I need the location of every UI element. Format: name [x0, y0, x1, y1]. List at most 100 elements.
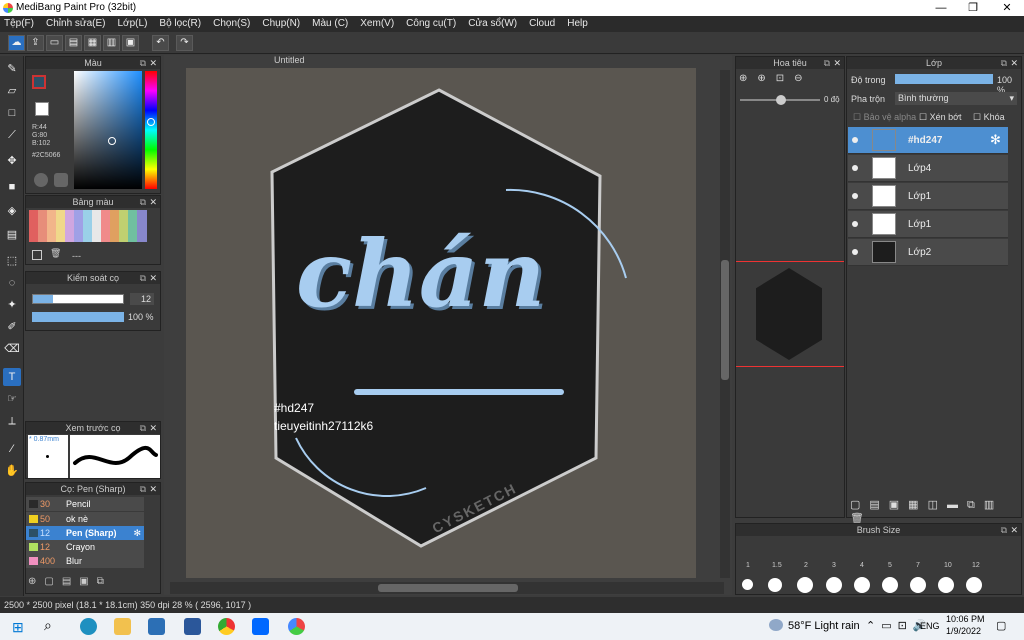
redo-icon[interactable]: ↷ — [176, 35, 193, 51]
eye-icon[interactable] — [852, 249, 858, 255]
menu-filter[interactable]: Bộ lọc(R) — [159, 16, 201, 32]
brush-item[interactable]: 12 Crayon — [26, 540, 144, 554]
blend-mode-select[interactable]: Bình thường ▾ — [895, 92, 1017, 105]
move-tool-icon[interactable]: ✥ — [3, 152, 21, 170]
protect-alpha-checkbox[interactable]: ☐ Bảo vệ alpha — [853, 112, 916, 123]
popout-icon[interactable]: ⧉ — [140, 196, 146, 208]
store-icon[interactable] — [148, 618, 165, 635]
layer-opacity-slider[interactable] — [895, 74, 993, 84]
hscroll-thumb[interactable] — [378, 584, 518, 592]
menu-tools[interactable]: Công cụ(T) — [406, 16, 456, 32]
brush-item[interactable]: 50 ok nè — [26, 512, 144, 526]
hand-tool-icon[interactable]: ✋ — [3, 462, 21, 480]
search-icon[interactable]: ⌕ — [44, 617, 52, 634]
clock-date[interactable]: 1/9/2022 — [946, 626, 981, 636]
select-tool-icon[interactable]: ⬚ — [3, 252, 21, 270]
brush-item-selected[interactable]: 12 Pen (Sharp) ✻ — [26, 526, 144, 540]
foreground-color-swatch[interactable] — [32, 75, 46, 89]
eye-icon[interactable] — [852, 137, 858, 143]
brush-size-slider[interactable] — [32, 294, 124, 304]
select-pen-icon[interactable]: ✐ — [3, 318, 21, 336]
language-indicator[interactable]: ENG — [920, 621, 940, 631]
maximize-button[interactable]: ❐ — [958, 0, 988, 16]
close-button[interactable]: ✕ — [992, 0, 1022, 16]
magic-wand-icon[interactable]: ✦ — [3, 296, 21, 314]
brush-opacity-slider[interactable] — [32, 312, 124, 322]
word-icon[interactable] — [184, 618, 201, 635]
gradient-tool-icon[interactable]: ▤ — [3, 226, 21, 244]
hue-slider[interactable] — [145, 71, 157, 189]
background-color-swatch[interactable] — [35, 102, 49, 116]
select-eraser-icon[interactable]: ⌫ — [3, 340, 21, 358]
close-icon[interactable]: ✕ — [833, 57, 841, 69]
popout-icon[interactable]: ⧉ — [1001, 524, 1007, 536]
menu-window[interactable]: Cửa sổ(W) — [468, 16, 517, 32]
color-picker-handle[interactable] — [108, 137, 116, 145]
speech-icon[interactable]: ▤ — [65, 35, 82, 51]
eraser-tool-icon[interactable]: ▱ — [3, 82, 21, 100]
tile-icon[interactable]: ▣ — [122, 35, 139, 51]
menu-select[interactable]: Chọn(S) — [213, 16, 250, 32]
windows-start-icon[interactable]: ⊞ — [12, 619, 24, 636]
menu-file[interactable]: Tệp(F) — [4, 16, 34, 32]
brush-item[interactable]: 400 Blur — [26, 554, 144, 568]
eye-icon[interactable] — [852, 165, 858, 171]
lasso-tool-icon[interactable]: ◌ — [3, 274, 21, 292]
eyedropper-icon[interactable]: ⁄ — [3, 440, 21, 458]
palette-delete-icon[interactable]: 🗑 — [50, 248, 61, 259]
layer-row[interactable]: Lớp1 — [848, 183, 1008, 210]
brush-list-actions[interactable]: ⊕▢▤▣⧉ — [28, 576, 138, 590]
layer-row[interactable]: Lớp1 — [848, 211, 1008, 238]
palette-new-icon[interactable] — [32, 250, 42, 260]
layer-actions[interactable]: ▢▤▣▦◫▬⧉▥🗑 — [850, 498, 1018, 525]
menu-view[interactable]: Xem(V) — [360, 16, 394, 32]
clip-checkbox[interactable]: ☐ Xén bớt — [919, 112, 962, 123]
export-icon[interactable]: ⇪ — [27, 35, 44, 51]
color-eyedrop-icon[interactable] — [54, 173, 68, 187]
layer-row-selected[interactable]: #hd247 ✻ — [848, 127, 1008, 154]
navigator-viewport[interactable] — [736, 261, 844, 367]
popout-icon[interactable]: ⧉ — [824, 57, 830, 69]
comment-icon[interactable]: ▭ — [46, 35, 63, 51]
notification-icon[interactable]: ▢ — [996, 619, 1006, 632]
weather-text[interactable]: 58°F Light rain — [788, 620, 860, 632]
menu-edit[interactable]: Chỉnh sửa(E) — [46, 16, 106, 32]
color-wheel-icon[interactable] — [34, 173, 48, 187]
hue-handle[interactable] — [147, 118, 155, 126]
lock-checkbox[interactable]: ☐ Khóa — [973, 112, 1005, 123]
menu-cloud[interactable]: Cloud — [529, 16, 555, 32]
popout-icon[interactable]: ⧉ — [140, 422, 146, 434]
chrome-icon[interactable] — [218, 618, 235, 635]
brush-size-value[interactable]: 12 — [130, 293, 154, 305]
grid-icon[interactable]: ▥ — [103, 35, 120, 51]
close-icon[interactable]: ✕ — [149, 196, 157, 208]
gear-icon[interactable]: ✻ — [990, 132, 1001, 148]
vertical-scrollbar[interactable] — [720, 70, 730, 578]
medibang-taskbar-icon[interactable] — [288, 618, 305, 635]
bucket-tool-icon[interactable]: ◈ — [3, 202, 21, 220]
menu-snap[interactable]: Chụp(N) — [262, 16, 300, 32]
gear-icon[interactable]: ✻ — [133, 526, 141, 540]
operation-tool-icon[interactable]: ☞ — [3, 390, 21, 408]
vscroll-thumb[interactable] — [721, 260, 729, 380]
brush-item[interactable]: 30 Pencil — [26, 497, 144, 511]
file-explorer-icon[interactable] — [114, 618, 131, 635]
menu-color[interactable]: Màu (C) — [312, 16, 348, 32]
minimize-button[interactable]: — — [926, 0, 956, 16]
popout-icon[interactable]: ⧉ — [140, 272, 146, 284]
close-icon[interactable]: ✕ — [1010, 524, 1018, 536]
edge-icon[interactable] — [80, 618, 97, 635]
close-icon[interactable]: ✕ — [149, 272, 157, 284]
eye-icon[interactable] — [852, 193, 858, 199]
menu-layer[interactable]: Lớp(L) — [118, 16, 148, 32]
rotate-slider[interactable] — [740, 95, 820, 105]
divide-tool-icon[interactable]: ⟂ — [3, 412, 21, 430]
brush-tool-icon[interactable]: ✎ — [3, 60, 21, 78]
close-icon[interactable]: ✕ — [149, 483, 157, 495]
cloud-icon[interactable]: ☁ — [8, 35, 25, 51]
brush-size-dots[interactable] — [742, 577, 992, 593]
close-icon[interactable]: ✕ — [149, 422, 157, 434]
text-tool-icon[interactable]: T — [3, 368, 21, 386]
popout-icon[interactable]: ⧉ — [140, 483, 146, 495]
page-icon[interactable]: ▦ — [84, 35, 101, 51]
